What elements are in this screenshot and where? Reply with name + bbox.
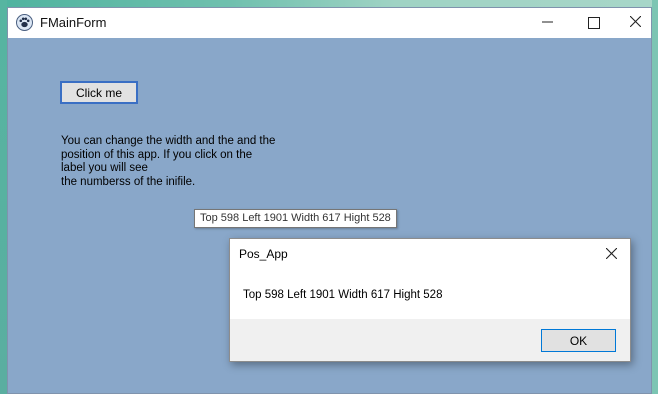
- info-line: the numberss of the inifile.: [61, 175, 196, 188]
- main-titlebar[interactable]: FMainForm: [8, 8, 651, 38]
- pos-app-dialog: Pos_App Top 598 Left 1901 Width 617 High…: [229, 238, 631, 362]
- minimize-button[interactable]: [524, 8, 570, 38]
- dialog-close-button[interactable]: [598, 243, 624, 267]
- window-title: FMainForm: [40, 15, 107, 30]
- desktop-background-left: [0, 0, 7, 394]
- info-line: position of this app. If you click on th…: [61, 148, 253, 161]
- paw-icon[interactable]: [16, 14, 33, 31]
- dialog-title: Pos_App: [239, 247, 288, 261]
- close-icon: [605, 246, 617, 264]
- dialog-titlebar[interactable]: Pos_App: [230, 239, 630, 271]
- dialog-message: Top 598 Left 1901 Width 617 Hight 528: [243, 289, 443, 301]
- click-me-button[interactable]: Click me: [60, 81, 138, 104]
- position-tooltip: Top 598 Left 1901 Width 617 Hight 528: [194, 209, 397, 228]
- info-line: You can change the width and the and the: [61, 135, 276, 147]
- close-button[interactable]: [618, 8, 653, 38]
- dialog-footer: OK: [230, 319, 630, 361]
- info-line: label you will see: [61, 162, 148, 174]
- minimize-icon: [541, 14, 553, 32]
- ok-button[interactable]: OK: [541, 329, 616, 352]
- info-label[interactable]: You can change the width and the and the…: [61, 135, 321, 189]
- maximize-icon: [588, 17, 600, 29]
- close-icon: [629, 14, 642, 32]
- desktop-background-right: [652, 0, 658, 394]
- desktop-background-top: [0, 0, 658, 7]
- maximize-button[interactable]: [571, 8, 617, 38]
